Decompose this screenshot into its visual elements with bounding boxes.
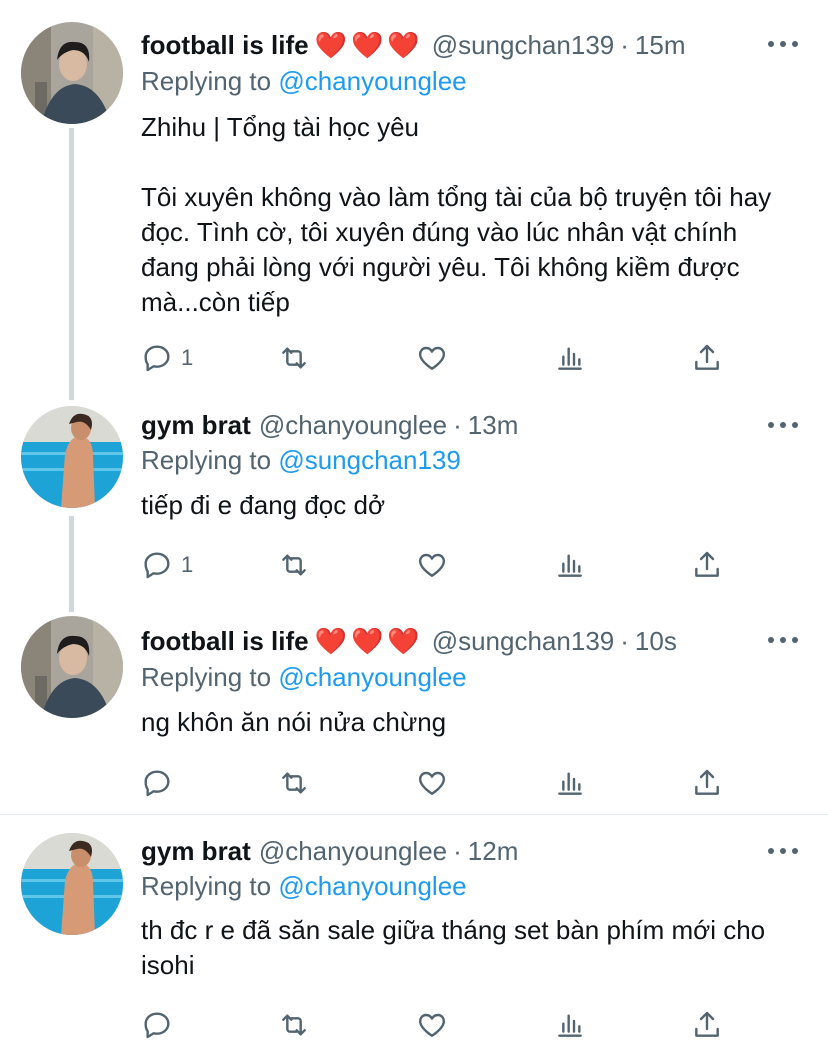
like-button[interactable] <box>416 338 448 378</box>
separator-dot: · <box>453 410 462 440</box>
timestamp[interactable]: 15m <box>635 30 686 60</box>
tweet-text: th đc r e đã săn sale giữa tháng set bàn… <box>141 915 773 980</box>
tweet-header: gym brat @chanyounglee · 13m <box>141 405 768 445</box>
analytics-button[interactable] <box>554 338 586 378</box>
mention-link[interactable]: @chanyounglee <box>278 662 466 692</box>
timestamp[interactable]: 10s <box>635 626 677 656</box>
share-button[interactable] <box>691 545 723 585</box>
tweet[interactable]: gym brat @chanyounglee · 12m Replying to @c… <box>0 815 828 1053</box>
separator-dot: · <box>620 30 629 60</box>
retweet-button[interactable] <box>278 763 310 803</box>
reply-button[interactable]: 1 <box>141 338 193 378</box>
like-button[interactable] <box>416 1005 448 1045</box>
tweet-text: ng khôn ăn nói nửa chừng <box>141 707 447 737</box>
avatar[interactable] <box>21 616 123 718</box>
tweet[interactable]: football is life ❤️❤️❤️ @sungchan139 · 15m R… <box>0 0 828 400</box>
mention-link[interactable]: @chanyounglee <box>278 66 466 96</box>
like-icon <box>418 553 446 577</box>
analytics-icon <box>558 1014 582 1037</box>
user-handle[interactable]: @chanyounglee <box>259 410 447 440</box>
tweet-text: Zhihu | Tổng tài học yêu Tôi xuyên không… <box>141 112 772 317</box>
user-handle[interactable]: @sungchan139 <box>432 626 615 656</box>
retweet-button[interactable] <box>278 545 310 585</box>
reply-button[interactable]: 1 <box>141 545 193 585</box>
analytics-button[interactable] <box>554 545 586 585</box>
retweet-button[interactable] <box>278 1005 310 1045</box>
like-icon <box>418 346 446 370</box>
more-icon[interactable] <box>768 836 798 866</box>
like-button[interactable] <box>416 763 448 803</box>
timestamp[interactable]: 12m <box>468 836 519 866</box>
avatar[interactable] <box>21 22 123 124</box>
replying-to: Replying to @chanyounglee <box>141 659 467 695</box>
analytics-icon <box>558 347 582 370</box>
replying-to-label: Replying to <box>141 445 272 475</box>
analytics-button[interactable] <box>554 1005 586 1045</box>
reply-icon <box>144 1012 170 1039</box>
tweet-header: gym brat @chanyounglee · 12m <box>141 831 768 871</box>
replying-to-label: Replying to <box>141 871 272 901</box>
user-handle[interactable]: @chanyounglee <box>259 836 447 866</box>
tweet-text: tiếp đi e đang đọc dở <box>141 490 386 520</box>
more-icon[interactable] <box>768 29 798 59</box>
reply-button[interactable] <box>141 763 173 803</box>
retweet-icon <box>282 347 306 369</box>
avatar[interactable] <box>21 406 123 508</box>
reply-icon <box>144 345 170 372</box>
heart-emoji: ❤️❤️❤️ <box>314 626 424 656</box>
avatar[interactable] <box>21 833 123 935</box>
share-button[interactable] <box>691 338 723 378</box>
timestamp[interactable]: 13m <box>468 410 519 440</box>
analytics-button[interactable] <box>554 763 586 803</box>
replying-to: Replying to @chanyounglee <box>141 63 467 99</box>
retweet-icon <box>282 772 306 794</box>
mention-link[interactable]: @chanyounglee <box>278 871 466 901</box>
replying-to: Replying to @sungchan139 <box>141 442 461 478</box>
tweet-actions: 1 <box>141 338 721 378</box>
tweet-actions <box>141 763 721 803</box>
display-name[interactable]: football is life <box>141 626 309 656</box>
tweet[interactable]: football is life ❤️❤️❤️ @sungchan139 · 10s R… <box>0 612 828 814</box>
like-button[interactable] <box>416 545 448 585</box>
retweet-icon <box>282 1014 306 1036</box>
share-button[interactable] <box>691 763 723 803</box>
share-icon <box>695 551 719 577</box>
display-name[interactable]: gym brat <box>141 410 251 440</box>
retweet-button[interactable] <box>278 338 310 378</box>
more-icon[interactable] <box>768 625 798 655</box>
heart-emoji: ❤️❤️❤️ <box>314 30 424 60</box>
display-name[interactable]: football is life <box>141 30 309 60</box>
user-handle[interactable]: @sungchan139 <box>432 30 615 60</box>
reply-count: 1 <box>181 552 194 577</box>
reply-count: 1 <box>181 345 194 370</box>
tweet[interactable]: gym brat @chanyounglee · 13m Replying to @s… <box>0 400 828 612</box>
tweet-header: football is life ❤️❤️❤️ @sungchan139 · 10s <box>141 621 768 661</box>
tweet-header: football is life ❤️❤️❤️ @sungchan139 · 15m <box>141 25 768 65</box>
analytics-icon <box>558 554 582 577</box>
replying-to: Replying to @chanyounglee <box>141 868 467 904</box>
separator-dot: · <box>620 626 629 656</box>
replying-to-label: Replying to <box>141 662 272 692</box>
reply-button[interactable] <box>141 1005 173 1045</box>
like-icon <box>418 771 446 795</box>
tweet-actions: 1 <box>141 545 721 585</box>
mention-link[interactable]: @sungchan139 <box>278 445 461 475</box>
reply-icon <box>144 552 170 579</box>
share-icon <box>695 344 719 370</box>
replying-to-label: Replying to <box>141 66 272 96</box>
separator-dot: · <box>453 836 462 866</box>
like-icon <box>418 1013 446 1037</box>
retweet-icon <box>282 554 306 576</box>
display-name[interactable]: gym brat <box>141 836 251 866</box>
share-button[interactable] <box>691 1005 723 1045</box>
more-icon[interactable] <box>768 410 798 440</box>
share-icon <box>695 1011 719 1037</box>
analytics-icon <box>558 772 582 795</box>
reply-icon <box>144 770 170 797</box>
share-icon <box>695 769 719 795</box>
tweet-actions <box>141 1005 721 1045</box>
